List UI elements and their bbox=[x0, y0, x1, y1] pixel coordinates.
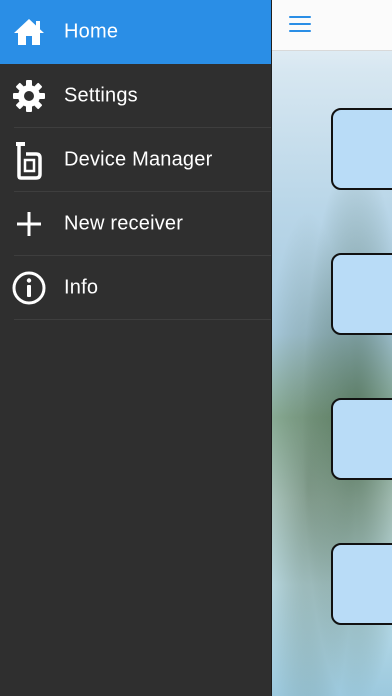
menu-item-home[interactable]: Home bbox=[0, 0, 271, 64]
menu-item-label: New receiver bbox=[64, 212, 184, 235]
device-tile[interactable] bbox=[331, 543, 392, 625]
menu-item-label: Settings bbox=[64, 84, 138, 107]
device-manager-icon bbox=[11, 142, 47, 180]
app-screen: Home Settings Device Manager New receive… bbox=[0, 0, 392, 696]
menu-item-label: Info bbox=[64, 276, 99, 299]
menu-item-settings[interactable]: Settings bbox=[0, 64, 271, 128]
menu-item-label: Home bbox=[64, 20, 119, 43]
plus-icon bbox=[11, 206, 47, 242]
menu-item-device-manager[interactable]: Device Manager bbox=[0, 128, 271, 192]
menu-item-info[interactable]: Info bbox=[0, 256, 271, 320]
device-tile[interactable] bbox=[331, 398, 392, 480]
menu-item-new-receiver[interactable]: New receiver bbox=[0, 192, 271, 256]
home-icon bbox=[11, 14, 47, 50]
device-tile[interactable] bbox=[331, 108, 392, 190]
hamburger-icon[interactable] bbox=[289, 16, 311, 34]
menu-item-label: Device Manager bbox=[64, 148, 213, 171]
gear-icon bbox=[11, 78, 47, 114]
info-icon bbox=[11, 270, 47, 306]
top-bar bbox=[272, 0, 392, 51]
divider bbox=[14, 319, 271, 320]
main-content bbox=[272, 0, 392, 696]
navigation-drawer: Home Settings Device Manager New receive… bbox=[0, 0, 272, 696]
device-tile[interactable] bbox=[331, 253, 392, 335]
